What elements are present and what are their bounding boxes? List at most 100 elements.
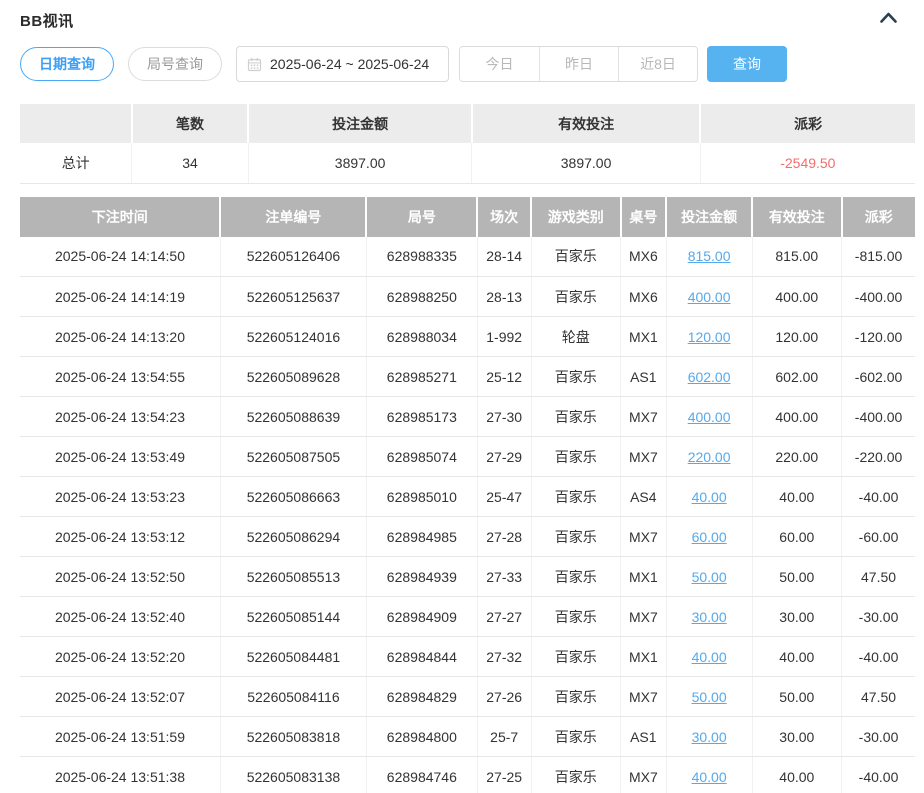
table-cell: 628985010 (366, 477, 477, 517)
table-cell: 2025-06-24 13:53:23 (20, 477, 220, 517)
bet-amount-cell: 602.00 (666, 357, 752, 397)
table-cell: 50.00 (752, 677, 842, 717)
table-cell: 2025-06-24 13:51:38 (20, 757, 220, 793)
table-row: 2025-06-24 13:54:55522605089628628985271… (20, 357, 915, 397)
table-row: 2025-06-24 13:52:50522605085513628984939… (20, 557, 915, 597)
table-cell: -815.00 (842, 237, 915, 277)
table-row: 2025-06-24 13:53:12522605086294628984985… (20, 517, 915, 557)
table-cell: 628984909 (366, 597, 477, 637)
bet-amount-link[interactable]: 30.00 (692, 729, 727, 745)
table-cell: -30.00 (842, 717, 915, 757)
table-cell: 628985173 (366, 397, 477, 437)
table-cell: 27-27 (477, 597, 531, 637)
table-row: 2025-06-24 13:51:59522605083818628984800… (20, 717, 915, 757)
bet-amount-link[interactable]: 220.00 (688, 449, 731, 465)
table-cell: 2025-06-24 13:51:59 (20, 717, 220, 757)
summary-header-cell: 投注金额 (248, 104, 472, 143)
table-row: 2025-06-24 13:52:20522605084481628984844… (20, 637, 915, 677)
table-cell: 27-28 (477, 517, 531, 557)
bet-amount-link[interactable]: 602.00 (688, 369, 731, 385)
table-cell: 27-25 (477, 757, 531, 793)
table-cell: 815.00 (752, 237, 842, 277)
table-cell: 47.50 (842, 677, 915, 717)
round-query-tab[interactable]: 局号查询 (128, 47, 222, 81)
table-cell: 522605083138 (220, 757, 366, 793)
table-cell: 27-29 (477, 437, 531, 477)
table-cell: 百家乐 (531, 517, 621, 557)
bet-amount-link[interactable]: 815.00 (688, 248, 731, 264)
summary-value-cell: 34 (132, 143, 248, 183)
column-header: 桌号 (621, 197, 667, 237)
today-button[interactable]: 今日 (460, 47, 539, 81)
column-header: 场次 (477, 197, 531, 237)
summary-value-cell: -2549.50 (700, 143, 915, 183)
collapse-button[interactable] (879, 11, 898, 29)
table-cell: 628985271 (366, 357, 477, 397)
table-cell: 628984844 (366, 637, 477, 677)
table-cell: 400.00 (752, 397, 842, 437)
bet-amount-cell: 50.00 (666, 677, 752, 717)
bet-records-table: 下注时间注单编号局号场次游戏类别桌号投注金额有效投注派彩 2025-06-24 … (20, 197, 915, 793)
column-header: 注单编号 (220, 197, 366, 237)
table-cell: 522605125637 (220, 277, 366, 317)
table-cell: AS1 (621, 357, 667, 397)
search-button[interactable]: 查询 (707, 46, 787, 82)
bet-amount-link[interactable]: 400.00 (688, 289, 731, 305)
chevron-up-icon (879, 11, 898, 29)
date-range-value: 2025-06-24 ~ 2025-06-24 (270, 56, 429, 72)
bet-amount-cell: 40.00 (666, 637, 752, 677)
table-cell: 27-30 (477, 397, 531, 437)
table-cell: 2025-06-24 14:14:19 (20, 277, 220, 317)
bet-amount-link[interactable]: 120.00 (688, 329, 731, 345)
bet-amount-cell: 30.00 (666, 597, 752, 637)
summary-value-cell: 3897.00 (248, 143, 472, 183)
table-cell: -40.00 (842, 477, 915, 517)
table-cell: 27-26 (477, 677, 531, 717)
table-cell: 522605085144 (220, 597, 366, 637)
table-cell: 628988335 (366, 237, 477, 277)
bet-amount-link[interactable]: 60.00 (692, 529, 727, 545)
table-row: 2025-06-24 13:53:49522605087505628985074… (20, 437, 915, 477)
table-cell: 40.00 (752, 477, 842, 517)
column-header: 局号 (366, 197, 477, 237)
table-cell: 628988034 (366, 317, 477, 357)
bet-amount-cell: 30.00 (666, 717, 752, 757)
table-cell: MX1 (621, 637, 667, 677)
last-8-days-button[interactable]: 近8日 (618, 47, 697, 81)
bet-amount-cell: 60.00 (666, 517, 752, 557)
bet-amount-link[interactable]: 50.00 (692, 569, 727, 585)
table-cell: MX1 (621, 317, 667, 357)
table-cell: 百家乐 (531, 437, 621, 477)
table-cell: 百家乐 (531, 357, 621, 397)
summary-header-row: 笔数投注金额有效投注派彩 (20, 104, 915, 143)
bet-amount-link[interactable]: 50.00 (692, 689, 727, 705)
table-cell: 30.00 (752, 597, 842, 637)
table-cell: 522605083818 (220, 717, 366, 757)
bet-amount-cell: 815.00 (666, 237, 752, 277)
table-cell: -40.00 (842, 637, 915, 677)
table-cell: MX7 (621, 397, 667, 437)
bet-amount-link[interactable]: 400.00 (688, 409, 731, 425)
table-cell: 220.00 (752, 437, 842, 477)
date-query-tab[interactable]: 日期查询 (20, 47, 114, 81)
table-cell: 628984939 (366, 557, 477, 597)
bet-amount-link[interactable]: 30.00 (692, 609, 727, 625)
summary-value-cell: 3897.00 (472, 143, 700, 183)
table-cell: MX1 (621, 557, 667, 597)
table-cell: 百家乐 (531, 637, 621, 677)
table-cell: 百家乐 (531, 277, 621, 317)
column-header: 派彩 (842, 197, 915, 237)
table-cell: 522605084116 (220, 677, 366, 717)
date-range-input[interactable]: 2025-06-24 ~ 2025-06-24 (236, 46, 449, 82)
bet-amount-link[interactable]: 40.00 (692, 769, 727, 785)
table-row: 2025-06-24 13:52:07522605084116628984829… (20, 677, 915, 717)
yesterday-button[interactable]: 昨日 (539, 47, 618, 81)
table-cell: -220.00 (842, 437, 915, 477)
table-cell: 2025-06-24 13:53:49 (20, 437, 220, 477)
table-cell: 轮盘 (531, 317, 621, 357)
table-cell: 628988250 (366, 277, 477, 317)
table-cell: 百家乐 (531, 597, 621, 637)
bet-amount-link[interactable]: 40.00 (692, 649, 727, 665)
bet-amount-link[interactable]: 40.00 (692, 489, 727, 505)
table-cell: 628984985 (366, 517, 477, 557)
